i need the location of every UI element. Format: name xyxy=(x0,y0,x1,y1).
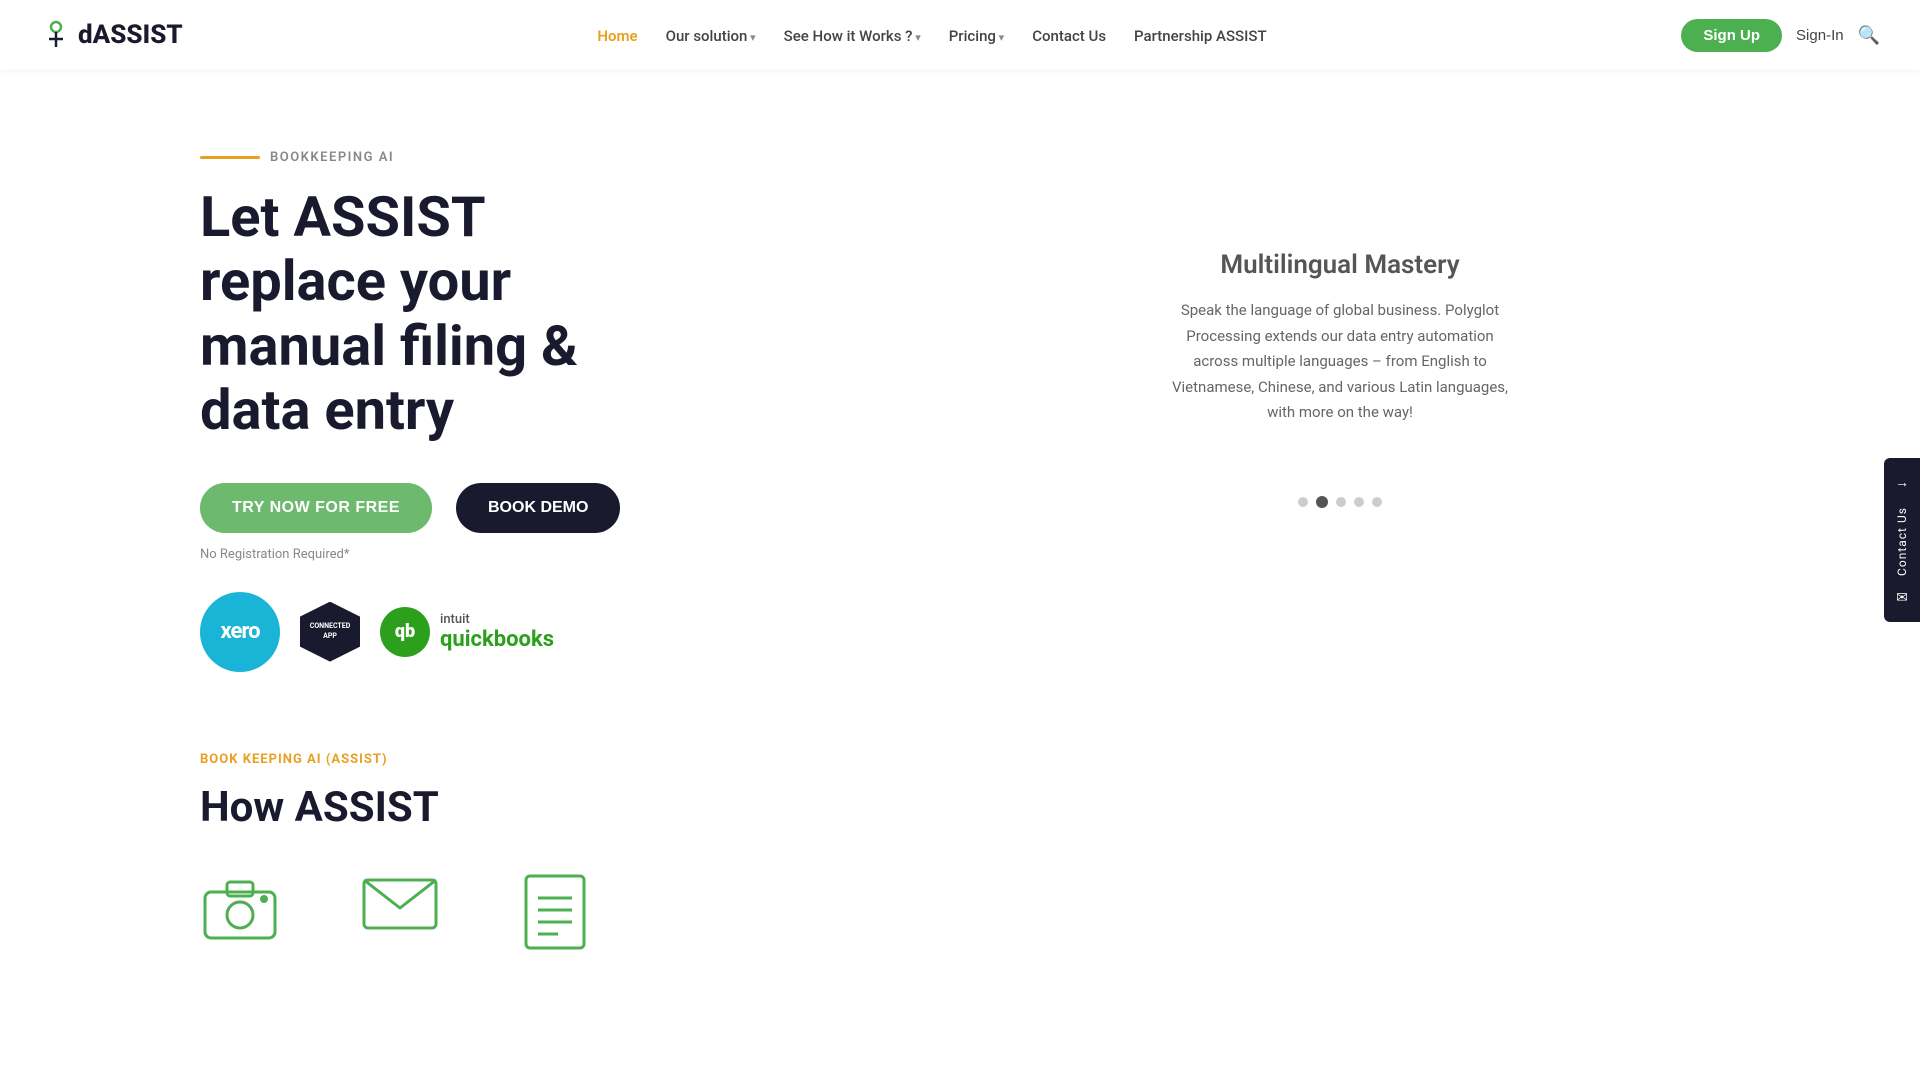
carousel-desc: Speak the language of global business. P… xyxy=(1170,298,1510,426)
envelope-icon xyxy=(360,872,440,932)
nav-partnership[interactable]: Partnership ASSIST xyxy=(1134,26,1267,45)
book-demo-button[interactable]: BOOK DEMO xyxy=(456,483,620,533)
search-icon: 🔍 xyxy=(1858,25,1880,45)
navbar: dASSIST Home Our solution See How it Wor… xyxy=(0,0,1920,70)
no-registration-text: No Registration Required* xyxy=(200,547,820,562)
camera-icon xyxy=(200,872,280,942)
hero-section: BOOKKEEPING AI Let ASSIST replace your m… xyxy=(0,70,1920,712)
floating-contact-widget[interactable]: → Contact Us ✉ xyxy=(1884,458,1920,622)
logo-icon xyxy=(40,19,72,51)
carousel-title: Multilingual Mastery xyxy=(1170,250,1510,280)
camera-icon-item xyxy=(200,872,280,942)
qb-text: intuit quickbooks xyxy=(440,612,554,652)
partner-logos: xero CONNECTEDAPP qb intuit quickbooks xyxy=(200,592,820,672)
nav-pricing[interactable]: Pricing xyxy=(949,26,1004,45)
carousel-dot-2[interactable] xyxy=(1316,496,1328,508)
try-now-button[interactable]: TRY NOW FOR FREE xyxy=(200,483,432,533)
bottom-section: BOOK KEEPING AI (ASSIST) How ASSIST xyxy=(0,712,1920,972)
qb-icon: qb xyxy=(380,607,430,657)
xero-logo: xero xyxy=(200,592,280,672)
search-button[interactable]: 🔍 xyxy=(1858,25,1880,46)
bottom-tag: BOOK KEEPING AI (ASSIST) xyxy=(200,752,1720,767)
hero-tag-text: BOOKKEEPING AI xyxy=(270,150,394,165)
signin-button[interactable]: Sign-In xyxy=(1796,27,1844,44)
carousel-dot-5[interactable] xyxy=(1372,497,1382,507)
nav-how-works[interactable]: See How it Works ? xyxy=(784,26,921,45)
bottom-title: How ASSIST xyxy=(200,783,1720,832)
nav-contact[interactable]: Contact Us xyxy=(1032,26,1106,45)
document-icon-item xyxy=(520,872,590,952)
floating-mail-icon: ✉ xyxy=(1896,590,1908,606)
bottom-icons xyxy=(200,872,1720,952)
hero-carousel: Multilingual Mastery Speak the language … xyxy=(880,150,1800,508)
hero-tag: BOOKKEEPING AI xyxy=(200,150,820,165)
navbar-actions: Sign Up Sign-In 🔍 xyxy=(1681,19,1880,52)
hero-left: BOOKKEEPING AI Let ASSIST replace your m… xyxy=(200,150,820,672)
carousel-dot-3[interactable] xyxy=(1336,497,1346,507)
logo-text: dASSIST xyxy=(78,20,183,50)
document-icon xyxy=(520,872,590,952)
connected-app-badge: CONNECTEDAPP xyxy=(300,602,360,662)
hero-tag-decoration xyxy=(200,156,260,159)
nav-menu: Home Our solution See How it Works ? Pri… xyxy=(597,26,1266,45)
hero-title: Let ASSIST replace your manual filing & … xyxy=(200,185,820,443)
carousel-dot-4[interactable] xyxy=(1354,497,1364,507)
carousel-dot-1[interactable] xyxy=(1298,497,1308,507)
nav-home[interactable]: Home xyxy=(597,26,637,45)
signup-button[interactable]: Sign Up xyxy=(1681,19,1782,52)
envelope-icon-item xyxy=(360,872,440,932)
carousel-card: Multilingual Mastery Speak the language … xyxy=(1150,210,1530,466)
quickbooks-logo: qb intuit quickbooks xyxy=(380,607,554,657)
carousel-dots xyxy=(1298,496,1382,508)
floating-arrow-icon: → xyxy=(1895,474,1909,491)
hero-buttons: TRY NOW FOR FREE BOOK DEMO xyxy=(200,483,820,533)
nav-solution[interactable]: Our solution xyxy=(666,26,756,45)
logo[interactable]: dASSIST xyxy=(40,19,183,51)
floating-contact-label: Contact Us xyxy=(1895,507,1909,576)
